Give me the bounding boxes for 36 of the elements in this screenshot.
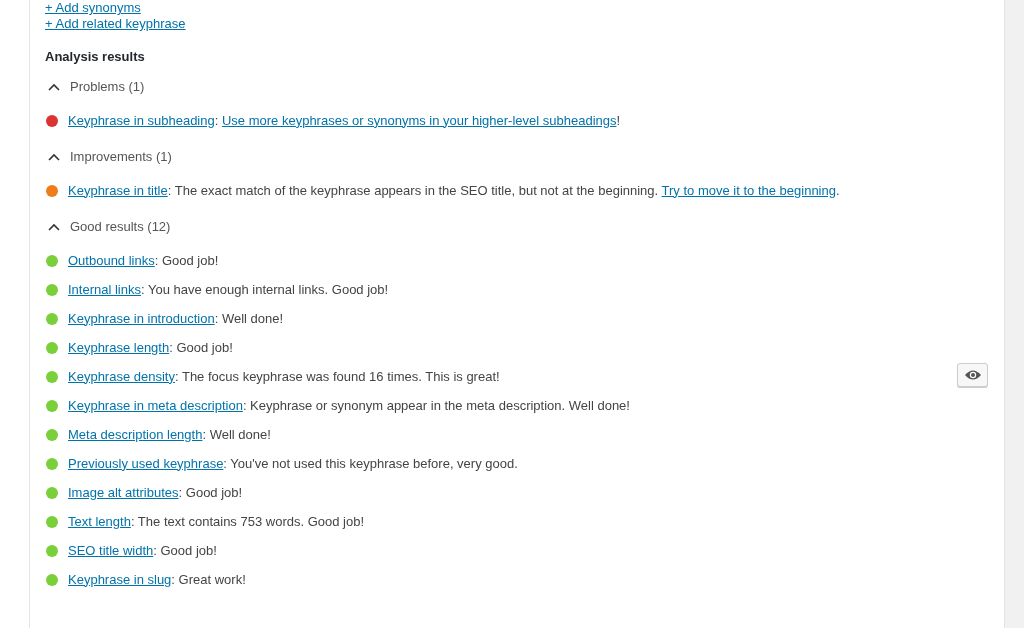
section-heading: Analysis results bbox=[45, 49, 146, 65]
result-text: Keyphrase in subheading: Use more keyphrases or synonyms in your higher-level subheadings! bbox=[68, 112, 621, 129]
result-text: SEO title width: Good job! bbox=[68, 542, 217, 559]
result-text: Keyphrase in slug: Great work! bbox=[68, 571, 246, 588]
result-text: Keyphrase density: The focus keyphrase was found 16 times. This is great! bbox=[68, 368, 500, 385]
result-link[interactable]: Image alt attributes bbox=[68, 484, 179, 500]
result-link[interactable]: Outbound links bbox=[68, 252, 155, 268]
section-toggle[interactable]: Good results (12) bbox=[45, 218, 171, 236]
result-text: Keyphrase in title: The exact match of the keyphrase appears in the SEO title, but not at the beginning. Try to move it to the beginning. bbox=[68, 182, 840, 199]
result-text: Outbound links: Good job! bbox=[68, 252, 219, 269]
result-text: Keyphrase length: Good job! bbox=[68, 339, 233, 356]
result-text: Keyphrase in introduction: Well done! bbox=[68, 310, 284, 327]
result-text: Previously used keyphrase: You've not used this keyphrase before, very good. bbox=[68, 455, 518, 472]
add-link[interactable]: + Add synonyms bbox=[45, 0, 141, 16]
result-text: Keyphrase in meta description: Keyphrase or synonym appear in the meta description. Well done! bbox=[68, 397, 630, 414]
result-link[interactable]: Internal links bbox=[68, 281, 141, 297]
result-link[interactable]: Keyphrase in meta description bbox=[68, 397, 243, 413]
result-link[interactable]: Keyphrase density bbox=[68, 368, 175, 384]
chevron-icon bbox=[47, 81, 61, 93]
chevron-icon bbox=[47, 151, 61, 163]
add-link[interactable]: + Add related keyphrase bbox=[45, 16, 186, 32]
result-link[interactable]: Text length bbox=[68, 513, 131, 529]
section-toggle[interactable]: Problems (1) bbox=[45, 78, 145, 96]
result-link[interactable]: Keyphrase in subheading bbox=[68, 112, 215, 128]
eye-button[interactable] bbox=[957, 363, 988, 387]
result-text: Image alt attributes: Good job! bbox=[68, 484, 243, 501]
result-link[interactable]: Keyphrase in title bbox=[68, 182, 168, 198]
result-text: Internal links: You have enough internal links. Good job! bbox=[68, 281, 389, 298]
result-link[interactable]: Use more keyphrases or synonyms in your higher-level subheadings bbox=[221, 112, 617, 128]
result-link[interactable]: Try to move it to the beginning bbox=[661, 182, 836, 198]
result-text: Text length: The text contains 753 words. Good job! bbox=[68, 513, 365, 530]
result-link[interactable]: Keyphrase in introduction bbox=[68, 310, 215, 326]
chevron-icon bbox=[47, 221, 61, 233]
section-toggle[interactable]: Improvements (1) bbox=[45, 148, 172, 166]
eye-icon bbox=[963, 369, 982, 381]
result-text: Meta description length: Well done! bbox=[68, 426, 271, 443]
